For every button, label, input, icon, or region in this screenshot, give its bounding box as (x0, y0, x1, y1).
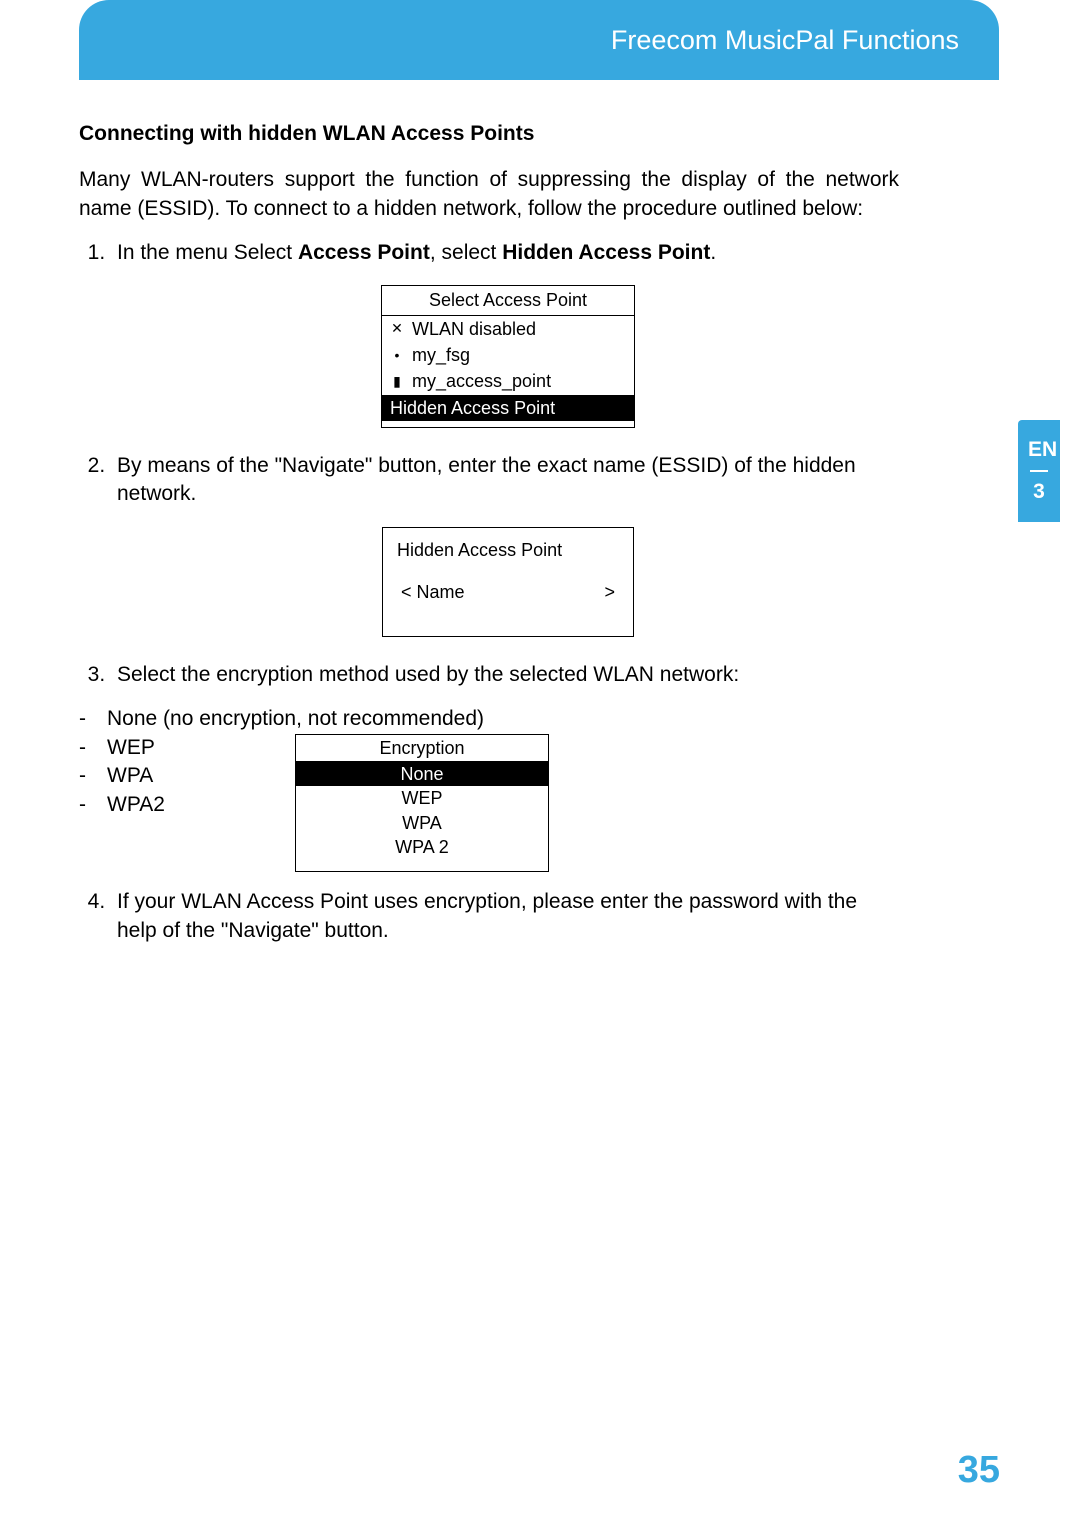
hidden-access-point-figure: Hidden Access Point < Name > (117, 527, 899, 638)
menu-hidden-access-point: Hidden Access Point < Name > (382, 527, 634, 638)
step1-text: In the menu Select Access Point, select … (117, 241, 716, 264)
menu1-item-hidden-access-point: Hidden Access Point (382, 395, 634, 421)
page-header: Freecom MusicPal Functions (79, 0, 999, 80)
encryption-figure: Encryption None WEP WPA WPA 2 (295, 734, 549, 872)
menu2-left: < Name (401, 580, 465, 604)
menu1-item-label: my_access_point (412, 369, 551, 393)
steps-list-cont: If your WLAN Access Point uses encryptio… (79, 888, 899, 945)
menu3-item-wpa: WPA (296, 811, 548, 835)
page-title: Freecom MusicPal Functions (611, 25, 959, 56)
menu2-name-label: Name (417, 582, 465, 602)
step1-bold1: Access Point (298, 241, 430, 264)
menu-encryption: Encryption None WEP WPA WPA 2 (295, 734, 549, 872)
steps-list: In the menu Select Access Point, select … (79, 239, 899, 689)
dot-icon: • (390, 346, 404, 365)
menu-select-access-point: Select Access Point ✕ WLAN disabled • my… (381, 285, 635, 427)
step-1: In the menu Select Access Point, select … (111, 239, 899, 428)
tab-divider (1030, 470, 1048, 472)
step-4: If your WLAN Access Point uses encryptio… (111, 888, 899, 945)
section-heading: Connecting with hidden WLAN Access Point… (79, 120, 899, 148)
select-access-point-figure: Select Access Point ✕ WLAN disabled • my… (117, 285, 899, 427)
menu1-item-my-fsg: • my_fsg (382, 342, 634, 368)
encryption-row: WEP WPA WPA2 Encryption None WEP WPA WPA… (79, 734, 899, 872)
menu1-spacer (382, 421, 634, 427)
menu3-item-wpa2: WPA 2 (296, 835, 548, 859)
x-icon: ✕ (390, 319, 404, 338)
language-chapter-tab: EN 3 (1018, 420, 1060, 522)
menu3-spacer (296, 859, 548, 871)
enc-option-wep: WEP (79, 734, 165, 762)
language-label: EN (1028, 438, 1050, 462)
signal-icon: ▮ (390, 372, 404, 391)
step2-text: By means of the "Navigate" button, enter… (117, 454, 856, 505)
menu1-item-wlan-disabled: ✕ WLAN disabled (382, 316, 634, 342)
lt-symbol: < (401, 582, 412, 602)
menu1-selected-label: Hidden Access Point (390, 396, 555, 420)
menu1-item-label: my_fsg (412, 343, 470, 367)
page-number: 35 (958, 1449, 1000, 1492)
step-3: Select the encryption method used by the… (111, 661, 899, 689)
step-2: By means of the "Navigate" button, enter… (111, 452, 899, 637)
page-content: Connecting with hidden WLAN Access Point… (79, 120, 899, 961)
gt-symbol: > (604, 580, 615, 604)
chapter-number: 3 (1028, 480, 1050, 504)
menu3-item-wep: WEP (296, 786, 548, 810)
step1-suffix: . (710, 241, 716, 264)
menu1-item-my-access-point: ▮ my_access_point (382, 368, 634, 394)
menu2-name-row: < Name > (397, 580, 619, 604)
step1-bold2: Hidden Access Point (502, 241, 710, 264)
enc-option-none: None (no encryption, not recommended) (79, 705, 899, 733)
encryption-options-list-cont: WEP WPA WPA2 (79, 734, 165, 819)
step4-text: If your WLAN Access Point uses encryptio… (117, 890, 857, 941)
menu1-title: Select Access Point (382, 286, 634, 315)
menu3-item-none: None (296, 762, 548, 786)
step1-prefix: In the menu Select (117, 241, 298, 264)
encryption-options-list: None (no encryption, not recommended) (79, 705, 899, 733)
enc-option-wpa: WPA (79, 762, 165, 790)
menu1-item-label: WLAN disabled (412, 317, 536, 341)
menu2-title: Hidden Access Point (397, 538, 619, 562)
step1-mid: , select (430, 241, 502, 264)
step3-text: Select the encryption method used by the… (117, 663, 739, 686)
menu3-title: Encryption (296, 735, 548, 762)
enc-option-wpa2: WPA2 (79, 791, 165, 819)
intro-paragraph: Many WLAN-routers support the function o… (79, 166, 899, 223)
